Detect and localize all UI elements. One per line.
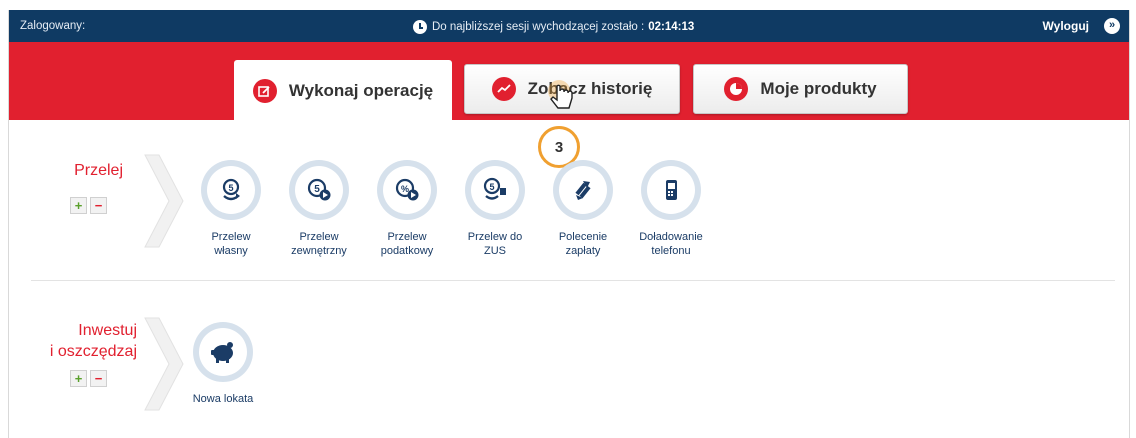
op-label: Przelew podatkowy xyxy=(380,231,434,257)
op-label: Przelew własny xyxy=(211,231,251,257)
op-external-transfer[interactable]: 5 Przelew zewnętrzny xyxy=(279,160,359,258)
edit-icon xyxy=(252,79,277,103)
section-title-transfer: Przelej xyxy=(74,162,123,179)
op-phone-topup[interactable]: Doładowanie telefonu xyxy=(631,160,711,258)
op-label: Polecenie zapłaty xyxy=(558,231,608,257)
op-tax-transfer[interactable]: % Przelew podatkowy xyxy=(367,160,447,258)
tab-my-products[interactable]: Moje produkty xyxy=(693,64,908,114)
piggy-bank-icon xyxy=(199,328,247,376)
pie-chart-icon xyxy=(724,77,749,101)
svg-text:5: 5 xyxy=(489,182,494,192)
collapse-button[interactable]: − xyxy=(90,370,107,387)
chevron-right-icon xyxy=(144,154,184,248)
section-title-invest: Inwestuj i oszczędzaj xyxy=(49,322,137,360)
op-label: Nowa lokata xyxy=(192,393,254,405)
svg-text:5: 5 xyxy=(314,184,320,195)
phone-topup-icon xyxy=(647,166,695,214)
own-transfer-icon: 5 xyxy=(207,166,255,214)
tax-transfer-icon: % xyxy=(383,166,431,214)
hand-cursor-icon xyxy=(548,80,573,109)
session-label: Do najbliższej sesji wychodzącej zostało… xyxy=(432,21,645,33)
logout-arrow-icon[interactable]: » xyxy=(1104,18,1120,34)
zus-transfer-icon: 5 xyxy=(471,166,519,214)
session-time: 02:14:13 xyxy=(648,21,695,33)
op-label: Przelew do ZUS xyxy=(467,231,523,257)
op-label: Doładowanie telefonu xyxy=(639,231,703,257)
section-divider xyxy=(31,280,1115,281)
tab-label: Wykonaj operację xyxy=(288,81,434,100)
collapse-button[interactable]: − xyxy=(90,197,107,214)
trend-icon xyxy=(491,77,516,101)
tab-label: Moje produkty xyxy=(760,79,877,98)
banking-app: Zalogowany: Do najbliższej sesji wychodz… xyxy=(8,10,1130,438)
op-direct-debit[interactable]: Polecenie zapłaty xyxy=(543,160,623,258)
logout-link[interactable]: Wyloguj xyxy=(1043,19,1089,33)
op-zus-transfer[interactable]: 5 Przelew do ZUS xyxy=(455,160,535,258)
section-toggle: + − xyxy=(70,370,107,387)
logged-in-label: Zalogowany: xyxy=(20,20,86,32)
op-label: Przelew zewnętrzny xyxy=(291,231,347,257)
op-own-transfer[interactable]: 5 Przelew własny xyxy=(191,160,271,258)
expand-button[interactable]: + xyxy=(70,370,87,387)
svg-text:5: 5 xyxy=(228,183,233,193)
section-toggle: + − xyxy=(70,197,107,214)
direct-debit-icon xyxy=(559,166,607,214)
op-new-deposit[interactable]: Nowa lokata xyxy=(183,322,263,406)
clock-icon xyxy=(413,20,427,34)
top-bar: Zalogowany: Do najbliższej sesji wychodz… xyxy=(9,10,1129,42)
external-transfer-icon: 5 xyxy=(295,166,343,214)
expand-button[interactable]: + xyxy=(70,197,87,214)
svg-text:%: % xyxy=(401,184,409,194)
chevron-right-icon xyxy=(144,317,184,411)
tab-make-operation[interactable]: Wykonaj operację xyxy=(234,60,452,122)
session-timer: Do najbliższej sesji wychodzącej zostało… xyxy=(413,20,694,34)
